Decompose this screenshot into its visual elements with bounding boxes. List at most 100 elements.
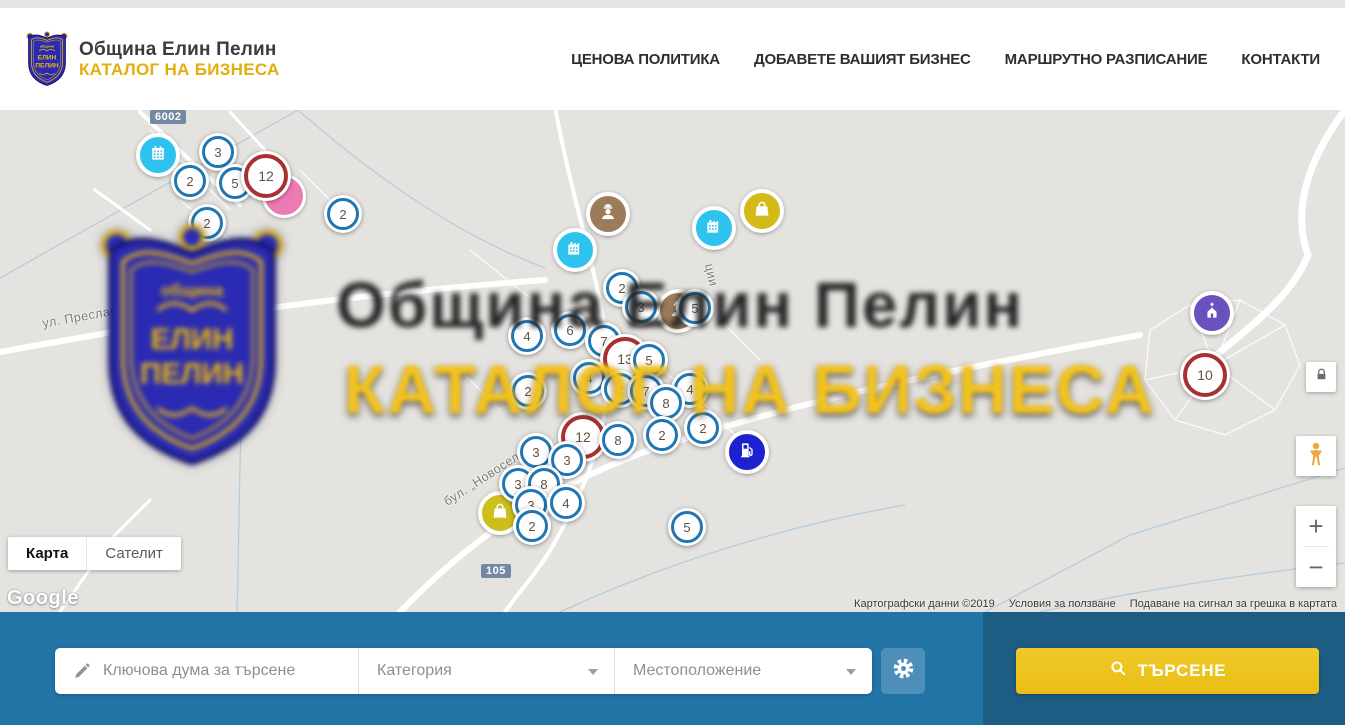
svg-text:ЕЛИН: ЕЛИН (38, 55, 57, 62)
pin-marker[interactable] (725, 430, 769, 474)
cluster-count: 10 (1197, 367, 1213, 383)
road-badge: 105 (481, 564, 511, 578)
brand-subtitle: КАТАЛОГ НА БИЗНЕСА (79, 60, 280, 79)
bag-icon (752, 199, 772, 224)
cluster-marker[interactable]: 2 (684, 409, 722, 447)
cluster-count: 2 (618, 281, 625, 296)
map-canvas[interactable]: 6002105ул. Преславбул. „Новоселции (0, 110, 1345, 612)
svg-text:община: община (40, 45, 55, 49)
map-type-control: Карта Сателит (8, 537, 181, 570)
cluster-count: 2 (524, 384, 531, 399)
search-bar: Категория Местоположение ТЪРСЕНЕ (0, 612, 1345, 725)
cluster-count: 3 (532, 445, 539, 460)
cluster-marker[interactable]: 5 (668, 508, 706, 546)
cluster-marker[interactable]: 6 (551, 311, 589, 349)
main-nav: ЦЕНОВА ПОЛИТИКА ДОБАВЕТЕ ВАШИЯТ БИЗНЕС М… (571, 51, 1320, 68)
chevron-down-icon (588, 669, 598, 675)
keyword-search-input[interactable] (101, 661, 350, 681)
search-icon (1109, 659, 1128, 683)
nav-item-contacts[interactable]: КОНТАКТИ (1241, 51, 1320, 68)
cluster-count: 2 (186, 174, 193, 189)
zoom-in-button[interactable]: + (1296, 506, 1336, 546)
cluster-marker[interactable]: 3 (622, 288, 660, 326)
terms-link[interactable]: Условия за ползване (1009, 598, 1116, 610)
cluster-count: 4 (562, 496, 569, 511)
pegman-button[interactable] (1296, 436, 1336, 476)
pin-marker[interactable] (1190, 291, 1234, 335)
pin-marker[interactable] (692, 206, 736, 250)
gear-icon (892, 657, 915, 685)
pin-marker[interactable] (553, 228, 597, 272)
cluster-marker[interactable]: 8 (599, 421, 637, 459)
pegman-icon (1303, 441, 1329, 472)
cluster-count: 3 (214, 145, 221, 160)
worker-icon (598, 202, 618, 227)
pin-marker[interactable] (740, 189, 784, 233)
map-type-satellite-button[interactable]: Сателит (86, 537, 181, 570)
cluster-marker[interactable]: 2 (324, 195, 362, 233)
cluster-marker[interactable]: 2 (513, 507, 551, 545)
cluster-count: 3 (563, 453, 570, 468)
factory-icon (565, 238, 585, 263)
search-button-label: ТЪРСЕНЕ (1138, 661, 1227, 681)
fuel-icon (737, 440, 757, 465)
cluster-count: 5 (683, 520, 690, 535)
cluster-marker[interactable]: 12 (241, 151, 291, 201)
zoom-control: + − (1296, 506, 1336, 587)
cluster-marker[interactable]: 2 (643, 416, 681, 454)
cluster-count: 5 (645, 353, 652, 368)
crest-shield: община ЕЛИН ПЕЛИН (24, 30, 70, 88)
cluster-count: 2 (339, 207, 346, 222)
bag-icon (490, 501, 510, 526)
street-view-lock-button[interactable] (1306, 362, 1336, 392)
cluster-count: 4 (585, 371, 592, 386)
cluster-count: 4 (523, 329, 530, 344)
cluster-marker[interactable]: 4 (547, 484, 585, 522)
cluster-marker[interactable]: 5 (676, 289, 714, 327)
site-header: община ЕЛИН ПЕЛИН Община Елин Пелин КАТА… (0, 8, 1345, 111)
cluster-count: 2 (203, 216, 210, 231)
chevron-down-icon (846, 669, 856, 675)
factory-icon (704, 216, 724, 241)
cluster-count: 4 (686, 382, 693, 397)
cluster-count: 12 (258, 168, 274, 184)
svg-text:ПЕЛИН: ПЕЛИН (35, 63, 59, 70)
advanced-settings-button[interactable] (881, 648, 925, 694)
report-error-link[interactable]: Подаване на сигнал за грешка в картата (1130, 598, 1337, 610)
location-select[interactable]: Местоположение (615, 648, 872, 694)
page-top-strip (0, 0, 1345, 8)
cluster-count: 3 (637, 300, 644, 315)
road-badge: 6002 (150, 110, 186, 124)
category-select[interactable]: Категория (359, 648, 614, 694)
cluster-count: 5 (231, 176, 238, 191)
search-input-group: Категория Местоположение (55, 648, 872, 694)
brand-title: Община Елин Пелин (79, 39, 280, 60)
map-type-map-button[interactable]: Карта (8, 537, 86, 570)
pencil-icon (73, 662, 91, 680)
category-select-value: Категория (377, 662, 452, 680)
cluster-marker[interactable]: 10 (1180, 350, 1230, 400)
cluster-count: 2 (528, 519, 535, 534)
search-button[interactable]: ТЪРСЕНЕ (1016, 648, 1319, 694)
municipality-crest-icon: община ЕЛИН ПЕЛИН (24, 30, 70, 88)
nav-item-schedule[interactable]: МАРШРУТНО РАЗПИСАНИЕ (1005, 51, 1208, 68)
cluster-count: 2 (616, 382, 623, 397)
church-icon (1202, 301, 1222, 326)
cluster-count: 5 (691, 301, 698, 316)
cluster-count: 8 (662, 396, 669, 411)
cluster-marker[interactable]: 2 (171, 162, 209, 200)
site-logo[interactable]: община ЕЛИН ПЕЛИН Община Елин Пелин КАТА… (24, 30, 280, 88)
cluster-count: 6 (566, 323, 573, 338)
zoom-out-button[interactable]: − (1296, 547, 1336, 587)
nav-item-add-business[interactable]: ДОБАВЕТЕ ВАШИЯТ БИЗНЕС (754, 51, 971, 68)
cluster-marker[interactable]: 2 (509, 372, 547, 410)
cluster-marker[interactable]: 4 (508, 317, 546, 355)
cluster-count: 8 (614, 433, 621, 448)
google-logo[interactable]: Google (7, 587, 79, 610)
location-select-value: Местоположение (633, 662, 761, 680)
attribution-copyright: Картографски данни ©2019 (854, 598, 995, 610)
cluster-marker[interactable]: 2 (188, 204, 226, 242)
building-icon (148, 143, 168, 168)
nav-item-pricing[interactable]: ЦЕНОВА ПОЛИТИКА (571, 51, 720, 68)
cluster-count: 2 (699, 421, 706, 436)
